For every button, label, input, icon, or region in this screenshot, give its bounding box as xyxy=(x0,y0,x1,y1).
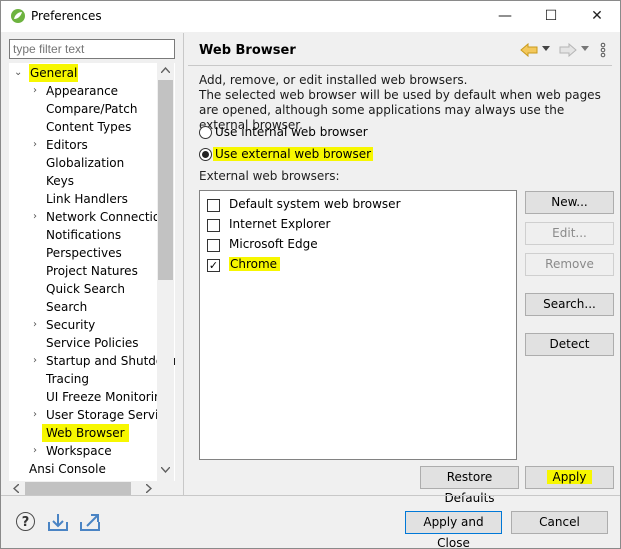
detect-button[interactable]: Detect xyxy=(525,333,614,356)
footer-divider xyxy=(1,495,620,496)
list-item[interactable]: Internet Explorer xyxy=(207,216,507,234)
tree-item-label: Link Handlers xyxy=(46,192,128,206)
internal-browser-label[interactable]: Use internal web browser xyxy=(215,125,368,139)
page-description: Add, remove, or edit installed web brows… xyxy=(199,73,601,132)
tree-item-label: Keys xyxy=(46,174,75,188)
filter-input[interactable] xyxy=(9,39,175,59)
minimize-button[interactable]: — xyxy=(482,1,528,32)
chevron-right-icon[interactable]: › xyxy=(33,82,37,100)
tree-vertical-scrollbar[interactable] xyxy=(157,63,174,481)
tree-item-label: Globalization xyxy=(46,156,125,170)
tree-item-label: Appearance xyxy=(46,84,119,98)
more-options-icon[interactable] xyxy=(600,42,606,58)
browser-checkbox[interactable]: ✓ xyxy=(207,259,220,272)
tree-item-label: General xyxy=(29,64,79,82)
preference-tree[interactable]: ⌄ General › Appearance Compare/Patch Con… xyxy=(9,63,175,481)
page-title: Web Browser xyxy=(199,43,296,58)
new-button[interactable]: New... xyxy=(525,191,614,214)
tree-item-label: Service Policies xyxy=(46,336,139,350)
tree-item-label: Search xyxy=(46,300,88,314)
forward-arrow-icon[interactable] xyxy=(559,43,577,57)
tree-item-label: Notifications xyxy=(46,228,122,242)
browser-checkbox[interactable] xyxy=(207,199,220,212)
apply-label: Apply xyxy=(546,470,593,484)
export-icon[interactable] xyxy=(79,512,101,532)
apply-button[interactable]: Apply xyxy=(525,466,614,489)
tree-item-label: Workspace xyxy=(46,444,112,458)
tree-item-label: Startup and Shutdown xyxy=(46,354,175,368)
browser-checkbox[interactable] xyxy=(207,219,220,232)
list-item[interactable]: ✓ Chrome xyxy=(207,256,507,274)
tree-item-label: Security xyxy=(46,318,96,332)
browser-name: Default system web browser xyxy=(229,197,401,211)
tree-item-label: Quick Search xyxy=(46,282,125,296)
scrollbar-thumb[interactable] xyxy=(158,80,173,280)
list-item[interactable]: Default system web browser xyxy=(207,196,507,214)
chevron-right-icon[interactable]: › xyxy=(33,136,37,154)
back-dropdown-icon[interactable] xyxy=(542,46,550,52)
chevron-right-icon[interactable]: › xyxy=(33,442,37,460)
chevron-right-icon[interactable]: › xyxy=(33,208,37,226)
search-button[interactable]: Search... xyxy=(525,293,614,316)
chevron-right-icon[interactable]: › xyxy=(33,352,37,370)
tree-item-label: Content Types xyxy=(46,120,132,134)
chevron-right-icon[interactable]: › xyxy=(33,316,37,334)
title-bar: Preferences — ☐ ✕ xyxy=(1,1,620,32)
tree-item-label: Network Connections xyxy=(46,210,175,224)
scroll-down-icon[interactable] xyxy=(161,467,170,473)
external-browsers-heading: External web browsers: xyxy=(199,169,340,183)
tree-item-label: Editors xyxy=(46,138,88,152)
spring-logo-icon xyxy=(11,9,25,23)
remove-button[interactable]: Remove xyxy=(525,253,614,276)
window-title: Preferences xyxy=(31,9,102,23)
minimize-icon: — xyxy=(498,8,512,24)
tree-item-label: Project Natures xyxy=(46,264,138,278)
scrollbar-thumb[interactable] xyxy=(25,482,131,495)
close-icon: ✕ xyxy=(591,8,603,24)
forward-dropdown-icon[interactable] xyxy=(581,46,589,52)
tree-horizontal-scrollbar[interactable] xyxy=(9,481,175,496)
apply-and-close-button[interactable]: Apply and Close xyxy=(405,511,502,548)
tree-item-label: Ansi Console xyxy=(29,462,106,476)
tree-item-label: Compare/Patch xyxy=(46,102,138,116)
panel-divider[interactable] xyxy=(183,33,184,495)
scroll-left-icon[interactable] xyxy=(13,484,19,493)
edit-button[interactable]: Edit... xyxy=(525,222,614,245)
tree-item-label: Perspectives xyxy=(46,246,122,260)
browser-name: Microsoft Edge xyxy=(229,237,318,251)
close-button[interactable]: ✕ xyxy=(574,1,620,32)
maximize-icon: ☐ xyxy=(544,8,558,24)
browser-list[interactable]: Default system web browser Internet Expl… xyxy=(199,190,517,460)
restore-defaults-button[interactable]: Restore Defaults xyxy=(420,466,519,505)
tree-item-label: Tracing xyxy=(46,372,90,386)
chevron-down-icon[interactable]: ⌄ xyxy=(14,64,22,82)
external-browser-radio[interactable] xyxy=(199,148,212,161)
browser-checkbox[interactable] xyxy=(207,239,220,252)
back-arrow-icon[interactable] xyxy=(520,43,538,57)
scroll-right-icon[interactable] xyxy=(146,484,152,493)
help-icon[interactable]: ? xyxy=(16,512,35,531)
maximize-button[interactable]: ☐ xyxy=(528,1,574,32)
browser-name: Internet Explorer xyxy=(229,217,331,231)
tree-item-label: User Storage Service xyxy=(46,408,173,422)
import-icon[interactable] xyxy=(47,512,69,532)
scroll-up-icon[interactable] xyxy=(161,67,170,73)
cancel-button[interactable]: Cancel xyxy=(511,511,608,534)
external-browser-label[interactable]: Use external web browser xyxy=(213,147,374,161)
preferences-window: Preferences — ☐ ✕ ⌄ General › Appearance… xyxy=(0,0,621,549)
browser-name: Chrome xyxy=(229,257,281,271)
internal-browser-radio[interactable] xyxy=(199,126,212,139)
list-item[interactable]: Microsoft Edge xyxy=(207,236,507,254)
header-divider xyxy=(188,65,612,66)
tree-item-label: UI Freeze Monitoring xyxy=(46,390,170,404)
tree-item-label: Web Browser xyxy=(42,424,129,442)
chevron-right-icon[interactable]: › xyxy=(33,406,37,424)
